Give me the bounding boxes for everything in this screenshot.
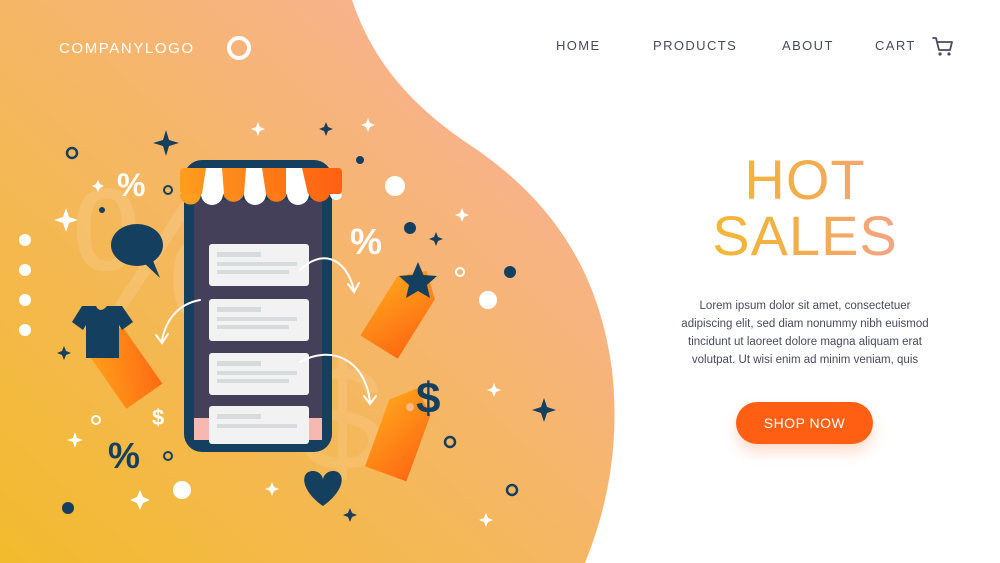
hero-description-line: adipiscing elit, sed diam nonummy nibh e… xyxy=(681,318,929,330)
shopping-illustration: $ $ % % % xyxy=(19,118,556,527)
dollar-icon-small: $ xyxy=(152,405,164,430)
percent-icon: % xyxy=(117,167,145,203)
hero-description: Lorem ipsum dolor sit amet, consectetuer… xyxy=(650,297,960,369)
percent-icon: % xyxy=(350,221,382,262)
hero-title-line1: HOT xyxy=(744,148,866,211)
shop-now-button[interactable]: SHOP NOW xyxy=(736,402,873,444)
landing-page: % $ COMPANYLOGO HOME PRODUCTS ABOUT CART xyxy=(0,0,1000,563)
percent-icon: % xyxy=(108,435,140,476)
hero-title: HOT SALES xyxy=(680,152,930,264)
hero-description-line: volutpat. Ut wisi enim ad minim veniam, … xyxy=(691,354,919,366)
dollar-icon: $ xyxy=(416,374,440,423)
speech-bubble-icon xyxy=(111,224,163,278)
hero-description-line: Lorem ipsum dolor sit amet, consectetuer xyxy=(699,300,911,312)
hero-title-line2: SALES xyxy=(712,204,898,267)
awning-icon xyxy=(180,168,342,205)
hero-description-line: tincidunt ut laoreet dolore magna aliqua… xyxy=(688,336,922,348)
heart-icon xyxy=(304,471,342,506)
